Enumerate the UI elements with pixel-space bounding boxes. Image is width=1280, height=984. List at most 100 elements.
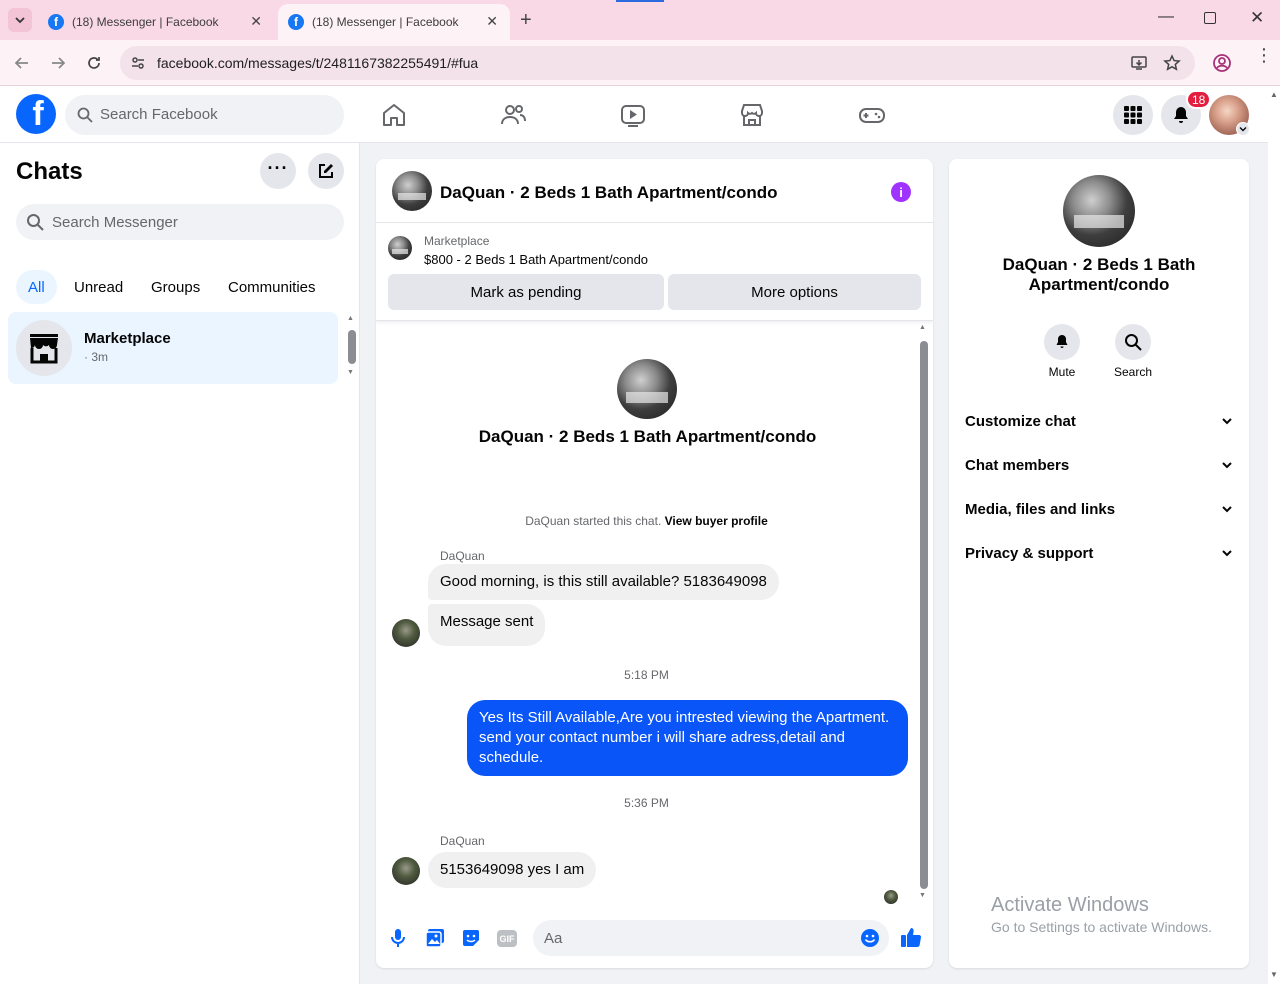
storefront-icon [30,334,58,364]
more-options-button[interactable]: More options [668,274,921,310]
info-button[interactable]: i [891,182,911,202]
listing-description[interactable]: $800 - 2 Beds 1 Bath Apartment/condo [424,252,648,267]
chat-list-scrollbar[interactable]: ▲ ▼ [344,313,356,383]
scroll-down-arrow-icon[interactable]: ▼ [919,892,926,899]
scroll-down-arrow-icon[interactable]: ▼ [1270,970,1278,979]
tab-title: (18) Messenger | Facebook [72,15,219,29]
scroll-down-arrow-icon[interactable]: ▼ [347,369,354,376]
chat-options-button[interactable]: ··· [260,153,296,189]
facebook-logo-icon[interactable]: f [16,94,56,134]
forward-button[interactable] [46,51,70,75]
messenger-search-input[interactable]: Search Messenger [16,204,344,240]
chevron-down-icon [1239,127,1247,132]
close-tab-icon[interactable]: ✕ [250,13,262,30]
new-message-button[interactable] [308,153,344,189]
account-chevron-icon[interactable] [1236,122,1250,136]
video-icon[interactable] [619,101,647,129]
watermark-subtitle: Go to Settings to activate Windows. [991,919,1212,935]
incoming-message[interactable]: Good morning, is this still available? 5… [428,564,779,600]
started-text: DaQuan started this chat. [525,514,662,528]
contact-avatar[interactable] [392,171,432,211]
minimize-button[interactable]: — [1158,8,1174,26]
chat-members-section[interactable]: Chat members [965,443,1233,487]
info-icon: i [899,184,903,200]
media-files-links-section[interactable]: Media, files and links [965,487,1233,531]
new-tab-button[interactable]: + [520,9,532,32]
friends-icon[interactable] [499,101,527,129]
browser-toolbar: facebook.com/messages/t/2481167382255491… [0,40,1280,86]
notification-badge: 18 [1186,90,1212,109]
conversation-header: DaQuan · 2 Beds 1 Bath Apartment/condo i [376,159,933,223]
timestamp: 5:36 PM [624,796,669,810]
mark-as-pending-button[interactable]: Mark as pending [388,274,664,310]
emoji-icon[interactable] [860,928,880,948]
message-placeholder: Aa [544,930,563,947]
filter-all[interactable]: All [16,270,57,304]
close-tab-icon[interactable]: ✕ [486,13,498,30]
page-scrollbar[interactable]: ▲ ▼ [1268,86,1280,984]
conversation-scrollbar[interactable]: ▲ ▼ [917,324,929,904]
privacy-support-section[interactable]: Privacy & support [965,531,1233,575]
chevron-down-icon [15,17,25,24]
chevron-down-icon [1222,506,1232,513]
thumbs-up-icon[interactable] [900,926,922,948]
chat-list-item-marketplace[interactable]: Marketplace · 3m [8,312,338,384]
sticker-icon[interactable] [461,928,481,948]
profile-icon[interactable] [1212,53,1232,73]
filter-communities[interactable]: Communities [216,270,328,304]
conversation-title[interactable]: DaQuan · 2 Beds 1 Bath Apartment/condo [440,183,778,203]
chat-time: · 3m [84,350,108,364]
menu-grid-button[interactable] [1113,95,1153,135]
scroll-thumb[interactable] [920,341,928,889]
site-info-icon[interactable] [130,55,146,71]
listing-thumbnail[interactable] [388,236,412,260]
restore-button[interactable] [1204,12,1216,24]
scroll-up-arrow-icon[interactable]: ▲ [347,315,354,322]
sender-name: DaQuan [440,549,485,563]
facebook-search-input[interactable]: Search Facebook [65,95,344,135]
home-icon[interactable] [380,101,408,129]
mute-button[interactable] [1044,324,1080,360]
view-buyer-profile-link[interactable]: View buyer profile [665,514,768,528]
back-button[interactable] [10,51,34,75]
browser-menu-icon[interactable]: ⋮ [1255,46,1273,64]
filter-groups[interactable]: Groups [139,270,212,304]
intro-avatar [617,359,677,419]
reload-button[interactable] [82,51,106,75]
section-label: Privacy & support [965,544,1094,562]
gif-icon[interactable]: GIF [497,930,517,947]
chevron-down-icon [1222,418,1232,425]
message-input[interactable]: Aa [533,920,889,956]
browser-tab-2[interactable]: f (18) Messenger | Facebook ✕ [278,4,510,40]
search-icon [27,214,44,231]
search-in-conversation-button[interactable] [1115,324,1151,360]
seen-indicator-avatar [884,890,898,904]
filter-unread[interactable]: Unread [62,270,135,304]
listing-label: Marketplace [424,234,490,248]
notification-count: 18 [1192,92,1206,107]
bell-icon [1174,107,1188,123]
browser-tab-bar: f (18) Messenger | Facebook ✕ f (18) Mes… [0,0,1280,40]
outgoing-message[interactable]: Yes Its Still Available,Are you intreste… [467,700,908,776]
gaming-icon[interactable] [858,101,886,129]
customize-chat-section[interactable]: Customize chat [965,399,1233,443]
photo-icon[interactable] [425,928,445,948]
install-app-icon[interactable] [1130,54,1148,72]
chats-sidebar: Chats ··· Search Messenger All Unread Gr… [0,143,360,984]
close-window-button[interactable]: ✕ [1250,8,1264,28]
tab-list-dropdown[interactable] [8,8,32,32]
incoming-message[interactable]: Message sent [428,604,546,646]
marketplace-icon[interactable] [738,101,766,129]
microphone-icon[interactable] [390,928,406,948]
details-avatar[interactable] [1063,175,1135,247]
chevron-down-icon [1222,550,1232,557]
scroll-thumb[interactable] [348,330,356,364]
arrow-right-icon [52,57,66,69]
scroll-up-arrow-icon[interactable]: ▲ [919,324,926,331]
incoming-message[interactable]: 5153649098 yes I am [428,852,597,888]
facebook-favicon-icon: f [288,14,304,30]
scroll-up-arrow-icon[interactable]: ▲ [1270,90,1278,99]
bookmark-star-icon[interactable] [1163,54,1181,72]
browser-tab-1[interactable]: f (18) Messenger | Facebook ✕ [38,4,274,40]
address-bar[interactable]: facebook.com/messages/t/2481167382255491… [120,46,1195,80]
